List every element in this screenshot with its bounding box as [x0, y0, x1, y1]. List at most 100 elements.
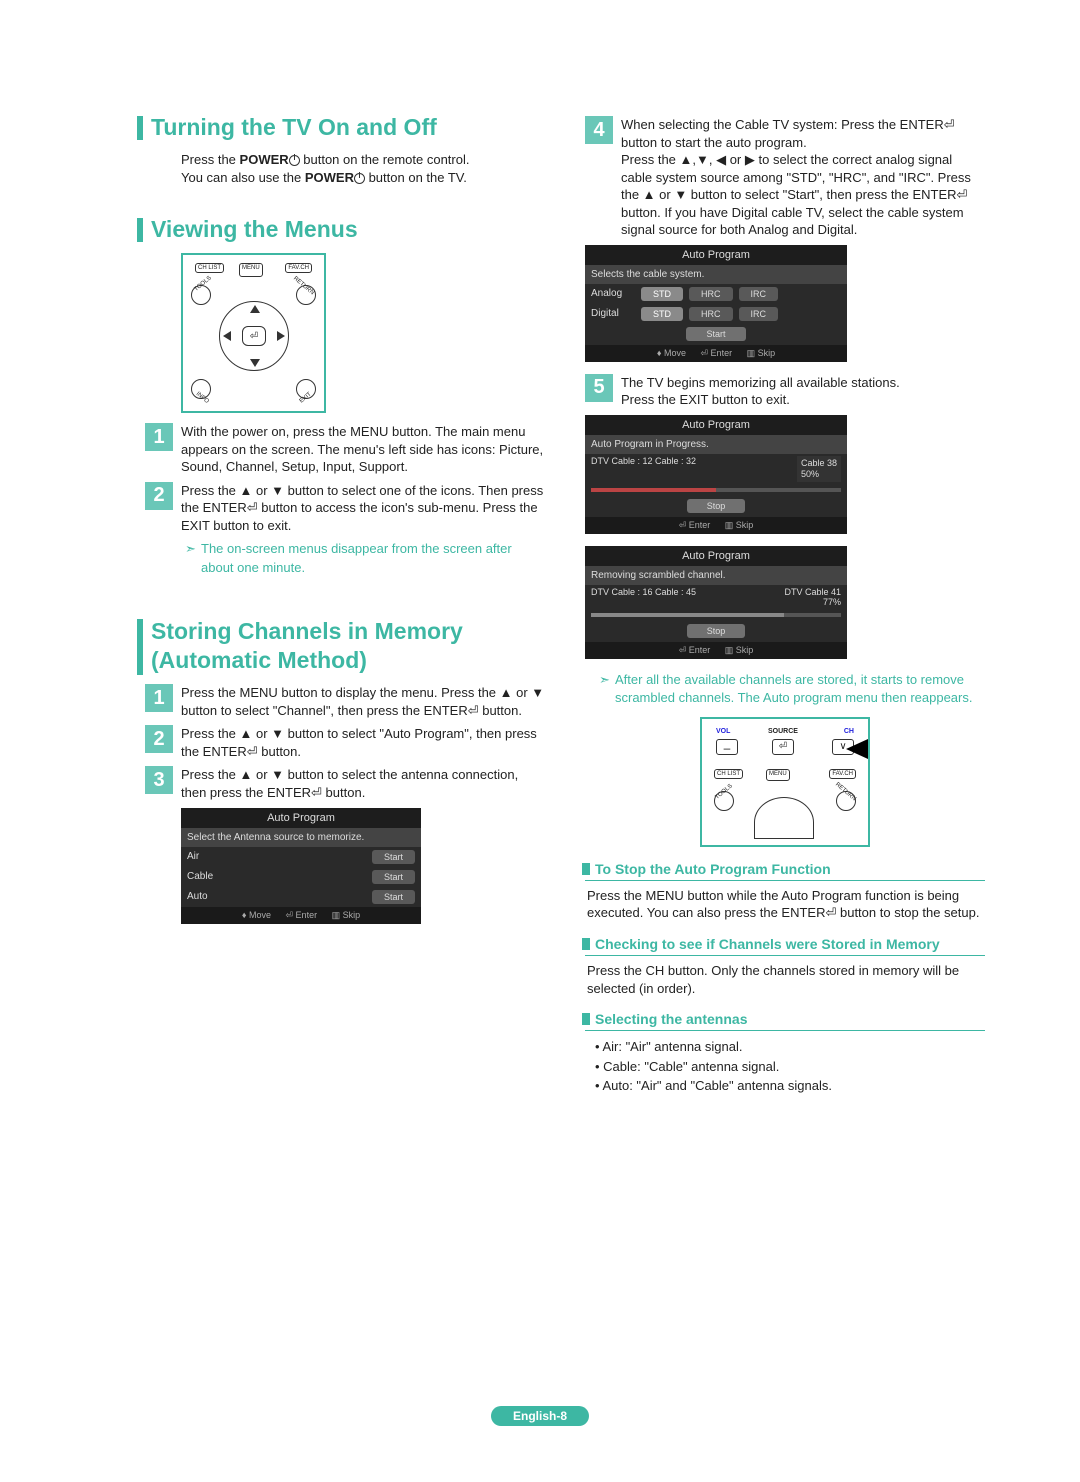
foot-skip: ▥ Skip	[725, 520, 754, 530]
osd-subtitle: Removing scrambled channel.	[585, 566, 847, 585]
step-1-storing: 1 Press the MENU button to display the m…	[145, 684, 545, 719]
osd-percent: 50%	[801, 469, 819, 479]
osd-antenna-select: Auto Program Select the Antenna source t…	[181, 808, 421, 924]
step-2-viewing: 2 Press the ▲ or ▼ button to select one …	[145, 482, 545, 535]
page-number-badge: English-8	[491, 1406, 589, 1426]
foot-move: ♦ Move	[657, 348, 686, 358]
osd-row-cable: Cable Start	[181, 867, 421, 887]
right-arrow-icon	[277, 331, 285, 341]
osd-row-air: Air Start	[181, 847, 421, 867]
osd-progress-box: Cable 3850%	[797, 456, 841, 482]
osd-channel-num: Cable 38	[801, 458, 837, 468]
text-segment: Press the ▲,▼, ◀ or ▶ to select the corr…	[621, 152, 971, 237]
step-number: 5	[585, 374, 613, 402]
osd-footer: ⏎ Enter ▥ Skip	[585, 517, 847, 534]
osd-label: Air	[187, 851, 231, 862]
para-power-remote: Press the POWER button on the remote con…	[145, 151, 545, 186]
osd-opt-std: STD	[641, 287, 683, 301]
menu-button: MENU	[766, 769, 790, 781]
step-text: Press the ▲ or ▼ button to select the an…	[181, 766, 545, 801]
step-2-storing: 2 Press the ▲ or ▼ button to select "Aut…	[145, 725, 545, 760]
down-arrow-icon	[250, 359, 260, 367]
dpad-arc	[754, 797, 814, 839]
osd-removing-scrambled: Auto Program Removing scrambled channel.…	[585, 546, 847, 659]
remote-favch-button: FAV.CH	[285, 263, 312, 273]
osd-start-button: Start	[686, 327, 745, 341]
vol-minus-button: –	[716, 739, 738, 755]
heading-turning-tv-on-off: Turning the TV On and Off	[137, 114, 545, 141]
osd-start-button: Start	[372, 850, 415, 864]
foot-enter: ⏎ Enter	[679, 520, 711, 530]
osd-footer: ⏎ Enter ▥ Skip	[585, 642, 847, 659]
heading-line1: Storing Channels in Memory	[151, 618, 463, 644]
step-4-cable-system: 4 When selecting the Cable TV system: Pr…	[585, 116, 985, 239]
subhead-select-antennas: Selecting the antennas	[585, 1011, 985, 1031]
osd-title: Auto Program	[181, 808, 421, 828]
osd-start-button: Start	[372, 890, 415, 904]
pointer-arrow-icon	[846, 739, 868, 759]
step-text: The TV begins memorizing all available s…	[621, 374, 900, 409]
osd-row-auto: Auto Start	[181, 887, 421, 907]
osd-subtitle: Auto Program in Progress.	[585, 435, 847, 454]
osd-channel-num: DTV Cable 41	[784, 587, 841, 597]
osd-opt-std: STD	[641, 307, 683, 321]
text-segment: Press the	[181, 152, 240, 167]
foot-enter: ⏎ Enter	[679, 645, 711, 655]
text-segment: The TV begins memorizing all available s…	[621, 375, 900, 390]
osd-label: Analog	[591, 288, 635, 299]
osd-stop-row: Stop	[585, 496, 847, 517]
step-3-storing: 3 Press the ▲ or ▼ button to select the …	[145, 766, 545, 801]
step-text: With the power on, press the MENU button…	[181, 423, 545, 476]
up-arrow-icon	[250, 305, 260, 313]
osd-label: Digital	[591, 308, 635, 319]
osd-subtitle: Selects the cable system.	[585, 265, 847, 284]
remote-diagram-2: VOL SOURCE CH – ⏎ ∨ CH LIST MENU FAV.CH …	[700, 717, 870, 847]
osd-stop-row: Stop	[585, 621, 847, 642]
subhead-check-stored: Checking to see if Channels were Stored …	[585, 936, 985, 956]
step-text: Press the ▲ or ▼ button to select one of…	[181, 482, 545, 535]
osd-progress: Auto Program Auto Program in Progress. D…	[585, 415, 847, 534]
antenna-bullet-list: Air: "Air" antenna signal. Cable: "Cable…	[585, 1037, 985, 1096]
text-segment: You can also use the	[181, 170, 305, 185]
foot-enter: ⏎ Enter	[701, 348, 733, 358]
bold-power: POWER	[305, 170, 354, 185]
osd-row-analog: Analog STD HRC IRC	[585, 284, 847, 304]
osd-counts: DTV Cable : 12 Cable : 32	[591, 456, 696, 482]
step-text: When selecting the Cable TV system: Pres…	[621, 116, 985, 239]
favch-button: FAV.CH	[829, 769, 856, 779]
left-arrow-icon	[223, 331, 231, 341]
osd-opt-irc: IRC	[739, 307, 779, 321]
step-number: 4	[585, 116, 613, 144]
remote-menu-button: MENU	[239, 263, 263, 277]
osd-footer: ♦ Move ⏎ Enter ▥ Skip	[181, 907, 421, 924]
power-icon	[354, 173, 365, 184]
foot-skip: ▥ Skip	[747, 348, 776, 358]
osd-opt-irc: IRC	[739, 287, 779, 301]
osd-start-button: Start	[372, 870, 415, 884]
osd-progress-bar	[585, 484, 847, 496]
bold-power: POWER	[240, 152, 289, 167]
heading-viewing-menus: Viewing the Menus	[137, 216, 545, 243]
osd-label: Cable	[187, 871, 231, 882]
remote-chlist-button: CH LIST	[195, 263, 224, 273]
note-scrambled-removed: After all the available channels are sto…	[585, 671, 985, 707]
osd-label: Auto	[187, 891, 231, 902]
osd-cable-system: Auto Program Selects the cable system. A…	[585, 245, 847, 362]
subbody-stop-auto-program: Press the MENU button while the Auto Pro…	[585, 887, 985, 922]
osd-stop-button: Stop	[687, 624, 746, 638]
osd-progress-text: DTV Cable 4177%	[784, 587, 841, 607]
text-segment: button on the remote control.	[300, 152, 470, 167]
osd-status-row: DTV Cable : 12 Cable : 32 Cable 3850%	[585, 454, 847, 484]
foot-enter: ⏎ Enter	[286, 910, 318, 920]
foot-skip: ▥ Skip	[332, 910, 361, 920]
osd-status-row: DTV Cable : 16 Cable : 45 DTV Cable 4177…	[585, 585, 847, 609]
osd-row-digital: Digital STD HRC IRC	[585, 304, 847, 324]
vol-label: VOL	[714, 727, 732, 736]
osd-percent: 77%	[823, 597, 841, 607]
osd-counts: DTV Cable : 16 Cable : 45	[591, 587, 696, 607]
osd-title: Auto Program	[585, 415, 847, 435]
osd-opt-hrc: HRC	[689, 287, 733, 301]
enter-button: ⏎	[242, 326, 266, 346]
power-icon	[289, 155, 300, 166]
step-number: 3	[145, 766, 173, 794]
